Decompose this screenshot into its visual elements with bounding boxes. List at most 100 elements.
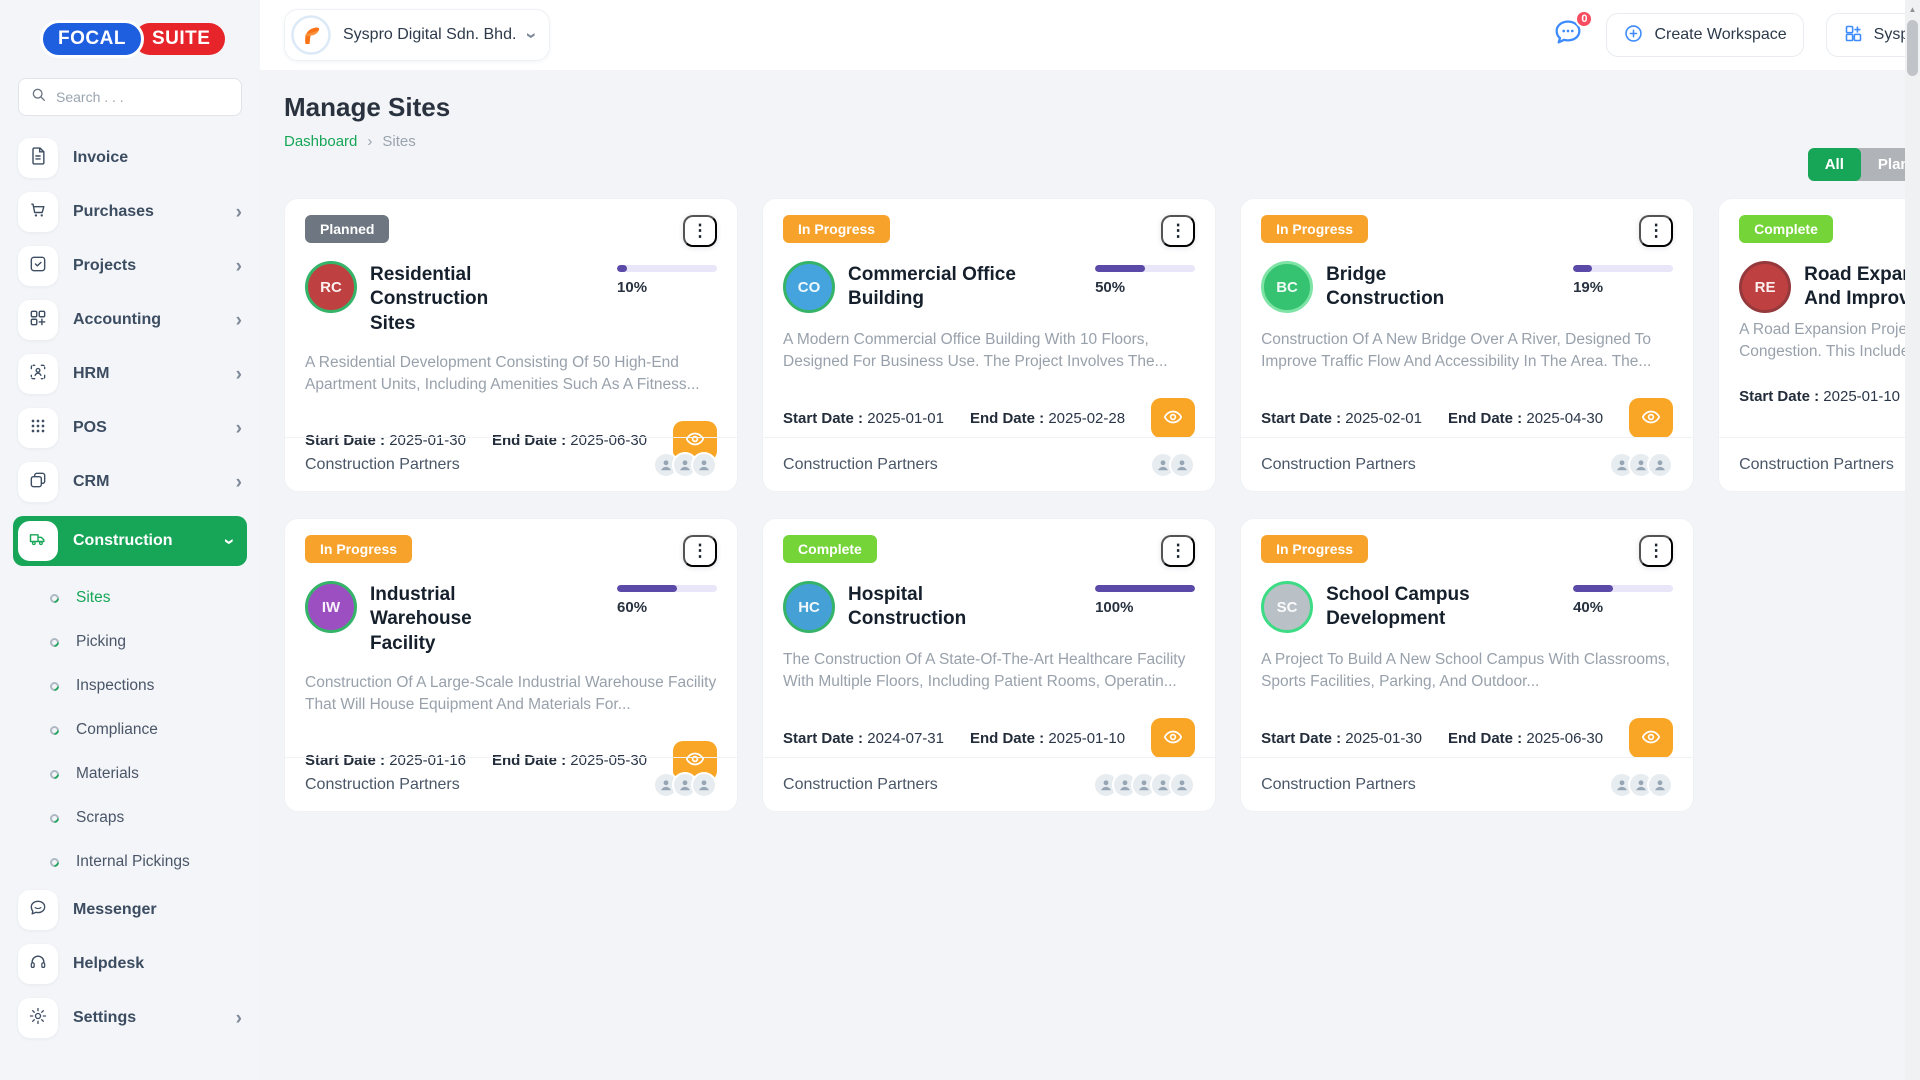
logo-suite: SUITE: [134, 23, 225, 55]
site-card: In Progress ⋮ IW Industrial Warehouse Fa…: [284, 518, 738, 812]
partner-avatar: [1169, 452, 1195, 478]
card-menu-button[interactable]: ⋮: [1161, 535, 1195, 567]
progress-block: 60%: [617, 585, 717, 656]
sidebar-item-crm[interactable]: CRM ›: [18, 462, 242, 502]
eye-icon: [1640, 406, 1662, 431]
chevron-right-icon: ›: [236, 365, 242, 384]
kebab-icon: ⋮: [1648, 541, 1665, 561]
site-card: In Progress ⋮ CO Commercial Office Build…: [762, 198, 1216, 492]
sidebar-item-projects[interactable]: Projects ›: [18, 246, 242, 286]
bullet-icon: [48, 856, 61, 869]
partner-avatar: [1169, 772, 1195, 798]
view-site-button[interactable]: [1629, 718, 1673, 758]
scrollbar-thumb[interactable]: [1907, 20, 1918, 76]
bullet-icon: [48, 680, 61, 693]
site-avatar: CO: [783, 261, 835, 313]
logo-focal: FOCAL: [40, 20, 144, 58]
page-title: Manage Sites: [284, 92, 1920, 123]
eye-icon: [1162, 726, 1184, 751]
view-site-button[interactable]: [1151, 398, 1195, 438]
bullet-icon: [48, 636, 61, 649]
sidebar-item-helpdesk[interactable]: Helpdesk: [18, 944, 242, 984]
status-badge: In Progress: [305, 535, 412, 563]
site-card: In Progress ⋮ BC Bridge Construction 19%…: [1240, 198, 1694, 492]
progress-block: 50%: [1095, 265, 1195, 313]
card-menu-button[interactable]: ⋮: [683, 535, 717, 567]
end-date: End Date : 2025-04-30: [1448, 410, 1603, 427]
sidebar-item-settings[interactable]: Settings ›: [18, 998, 242, 1038]
sidebar-search[interactable]: [18, 78, 242, 116]
card-menu-button[interactable]: ⋮: [1161, 215, 1195, 247]
breadcrumb-dashboard[interactable]: Dashboard: [284, 133, 357, 150]
progress-block: 10%: [617, 265, 717, 336]
bullet-icon: [48, 812, 61, 825]
site-card: Complete ⋮ HC Hospital Construction 100%…: [762, 518, 1216, 812]
site-description: A Road Expansion Project Aimed At Reduci…: [1739, 319, 1920, 364]
content: Manage Sites Dashboard › Sites AllPlanne…: [260, 70, 1920, 1080]
partner-avatars: [653, 452, 717, 478]
site-avatar: RC: [305, 261, 357, 313]
site-description: Construction Of A New Bridge Over A Rive…: [1261, 329, 1673, 374]
site-description: Construction Of A Large-Scale Industrial…: [305, 672, 717, 717]
app-logo: FOCAL SUITE: [40, 20, 242, 58]
sidebar-item-invoice[interactable]: Invoice: [18, 138, 242, 178]
site-title: Industrial Warehouse Facility: [370, 583, 538, 656]
status-badge: Planned: [305, 215, 389, 243]
sidebar-subitem-picking[interactable]: Picking: [18, 620, 242, 664]
end-date: End Date : 2025-01-10: [970, 730, 1125, 747]
partner-avatars: [1609, 772, 1673, 798]
progress-fill: [1095, 265, 1145, 272]
sidebar-subitem-internal-pickings[interactable]: Internal Pickings: [18, 840, 242, 884]
status-badge: Complete: [783, 535, 877, 563]
site-card: In Progress ⋮ SC School Campus Developme…: [1240, 518, 1694, 812]
page-head: Manage Sites Dashboard › Sites AllPlanne…: [284, 92, 1920, 188]
progress-fill: [617, 585, 677, 592]
status-badge: In Progress: [783, 215, 890, 243]
create-workspace-button[interactable]: Create Workspace: [1606, 13, 1803, 57]
card-menu-button[interactable]: ⋮: [683, 215, 717, 247]
site-title: Commercial Office Building: [848, 263, 1016, 313]
page-scrollbar[interactable]: ▲: [1905, 0, 1920, 1080]
kebab-icon: ⋮: [1170, 221, 1187, 241]
progress-block: 100%: [1095, 585, 1195, 633]
view-site-button[interactable]: [1151, 718, 1195, 758]
sidebar-item-pos[interactable]: POS ›: [18, 408, 242, 448]
site-description: A Modern Commercial Office Building With…: [783, 329, 1195, 374]
start-date: Start Date : 2025-02-01: [1261, 410, 1422, 427]
sidebar-item-hrm[interactable]: HRM ›: [18, 354, 242, 394]
progress-track: [1573, 265, 1673, 272]
card-menu-button[interactable]: ⋮: [1639, 215, 1673, 247]
end-date: End Date : 2025-06-30: [1448, 730, 1603, 747]
view-site-button[interactable]: [1629, 398, 1673, 438]
filter-button-all[interactable]: All: [1808, 148, 1861, 181]
chevron-right-icon: ›: [236, 1009, 242, 1028]
sidebar-item-accounting[interactable]: Accounting ›: [18, 300, 242, 340]
chevron-right-icon: ›: [236, 257, 242, 276]
status-filter-bar: AllPlannedIn ProgressComplete: [1808, 148, 1920, 181]
company-selector[interactable]: Syspro Digital Sdn. Bhd. ›: [284, 9, 550, 61]
partners-label: Construction Partners: [783, 456, 938, 474]
chat-button[interactable]: 0: [1552, 17, 1584, 54]
card-menu-button[interactable]: ⋮: [1639, 535, 1673, 567]
eye-icon: [1640, 726, 1662, 751]
search-input[interactable]: [56, 89, 237, 105]
site-title: Bridge Construction: [1326, 263, 1494, 313]
sidebar-subitem-scraps[interactable]: Scraps: [18, 796, 242, 840]
sidebar-item-purchases[interactable]: Purchases ›: [18, 192, 242, 232]
sidebar-item-messenger[interactable]: Messenger: [18, 890, 242, 930]
kebab-icon: ⋮: [692, 541, 709, 561]
bullet-icon: [48, 768, 61, 781]
plus-circle-icon: [1623, 23, 1644, 47]
sidebar-subitem-compliance[interactable]: Compliance: [18, 708, 242, 752]
site-avatar: SC: [1261, 581, 1313, 633]
chevron-right-icon: ›: [219, 538, 238, 544]
sidebar-item-construction[interactable]: Construction ›: [13, 516, 247, 566]
partners-label: Construction Partners: [305, 776, 460, 794]
progress-fill: [617, 265, 627, 272]
sidebar-subitem-materials[interactable]: Materials: [18, 752, 242, 796]
sidebar-subitem-inspections[interactable]: Inspections: [18, 664, 242, 708]
sidebar-subitem-sites[interactable]: Sites: [18, 576, 242, 620]
start-date: Start Date : 2025-01-01: [783, 410, 944, 427]
progress-percent: 19%: [1573, 279, 1673, 296]
scroll-up-arrow-icon[interactable]: ▲: [1905, 0, 1920, 14]
